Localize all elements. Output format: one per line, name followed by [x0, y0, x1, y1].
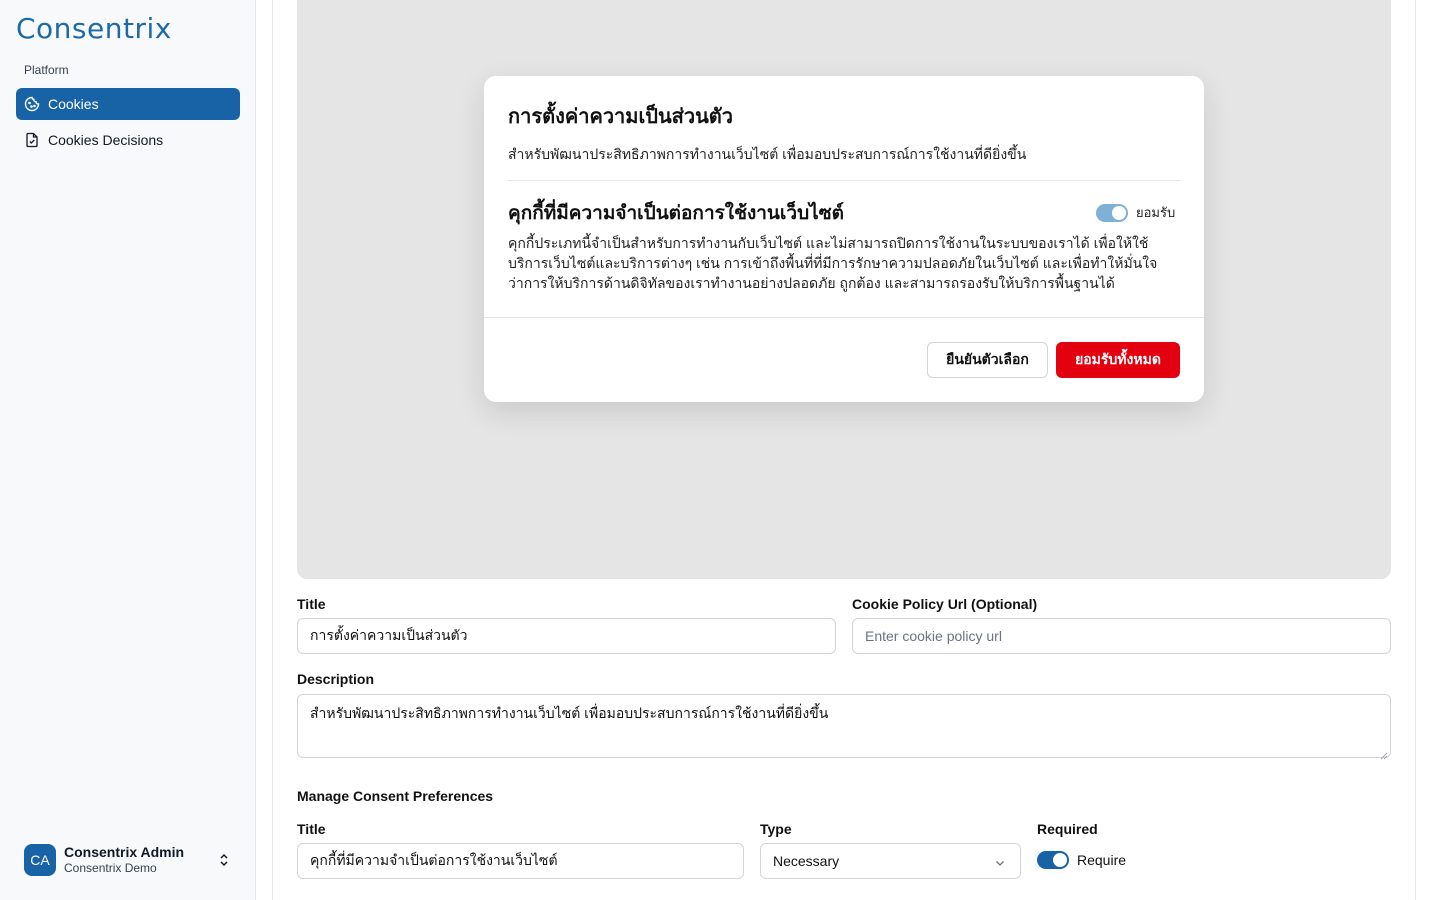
type-select-value: Necessary — [773, 853, 840, 869]
title-label: Title — [297, 596, 326, 612]
pref-title-label: Title — [297, 821, 326, 837]
modal-description: สำหรับพัฒนาประสิทธิภาพการทำงานเว็บไซต์ เ… — [508, 146, 1027, 162]
category-accept-toggle[interactable]: ยอมรับ — [1096, 202, 1175, 223]
sidebar-item-cookies-decisions[interactable]: Cookies Decisions — [16, 124, 240, 156]
chevrons-up-down-icon — [216, 852, 232, 868]
require-toggle-label: Require — [1077, 852, 1127, 868]
toggle-label: ยอมรับ — [1136, 205, 1176, 220]
description-value: สำหรับพัฒนาประสิทธิภาพการทำงานเว็บไซต์ เ… — [310, 705, 829, 721]
title-input[interactable]: การตั้งค่าความเป็นส่วนตัว — [297, 618, 836, 654]
user-menu[interactable]: CA Consentrix Admin Consentrix Demo — [16, 836, 240, 884]
sidebar: Consentrix Platform Cookies Cookies Deci… — [0, 0, 256, 900]
required-label: Required — [1037, 821, 1098, 837]
sidebar-item-label: Cookies — [48, 96, 99, 112]
modal-title: การตั้งค่าความเป็นส่วนตัว — [508, 106, 733, 128]
user-org: Consentrix Demo — [64, 861, 157, 875]
cookie-icon — [24, 96, 40, 112]
manage-consent-heading: Manage Consent Preferences — [297, 788, 494, 804]
scrollbar[interactable] — [1428, 0, 1440, 900]
privacy-modal-preview: การตั้งค่าความเป็นส่วนตัว สำหรับพัฒนาประ… — [484, 76, 1204, 402]
confirm-selection-button[interactable]: ยืนยันตัวเลือก — [927, 342, 1048, 378]
user-name: Consentrix Admin — [64, 844, 185, 860]
resize-handle-icon[interactable] — [1380, 747, 1388, 760]
nav-group-label: Platform — [24, 63, 69, 77]
file-check-icon — [24, 132, 40, 148]
consentrix-logo[interactable]: Consentrix — [16, 11, 172, 45]
cookie-category-description: คุกกี้ประเภทนี้จำเป็นสำหรับการทำงานกับเว… — [508, 235, 1158, 291]
sidebar-item-label: Cookies Decisions — [48, 132, 164, 148]
description-label: Description — [297, 671, 375, 687]
toggle-switch[interactable] — [1096, 203, 1128, 222]
type-select[interactable]: Necessary — [760, 843, 1021, 879]
avatar: CA — [24, 844, 56, 876]
modal-divider — [508, 180, 1180, 181]
accept-all-button[interactable]: ยอมรับทั้งหมด — [1056, 342, 1180, 378]
policy-url-input[interactable]: Enter cookie policy url — [852, 618, 1391, 654]
cookie-category-title: คุกกี้ที่มีความจำเป็นต่อการใช้งานเว็บไซต… — [508, 203, 844, 224]
pref-title-input[interactable]: คุกกี้ที่มีความจำเป็นต่อการใช้งานเว็บไซต… — [297, 843, 744, 879]
description-textarea[interactable]: สำหรับพัฒนาประสิทธิภาพการทำงานเว็บไซต์ เ… — [297, 694, 1391, 760]
require-toggle[interactable]: Require — [1037, 851, 1126, 869]
chevron-down-icon — [994, 856, 1006, 868]
sidebar-item-cookies[interactable]: Cookies — [16, 88, 240, 120]
type-label: Type — [760, 821, 792, 837]
modal-footer-divider — [484, 317, 1204, 318]
logo-text: Consentrix — [16, 11, 172, 45]
policy-url-label: Cookie Policy Url (Optional) — [852, 596, 1038, 612]
toggle-switch[interactable] — [1037, 851, 1069, 869]
